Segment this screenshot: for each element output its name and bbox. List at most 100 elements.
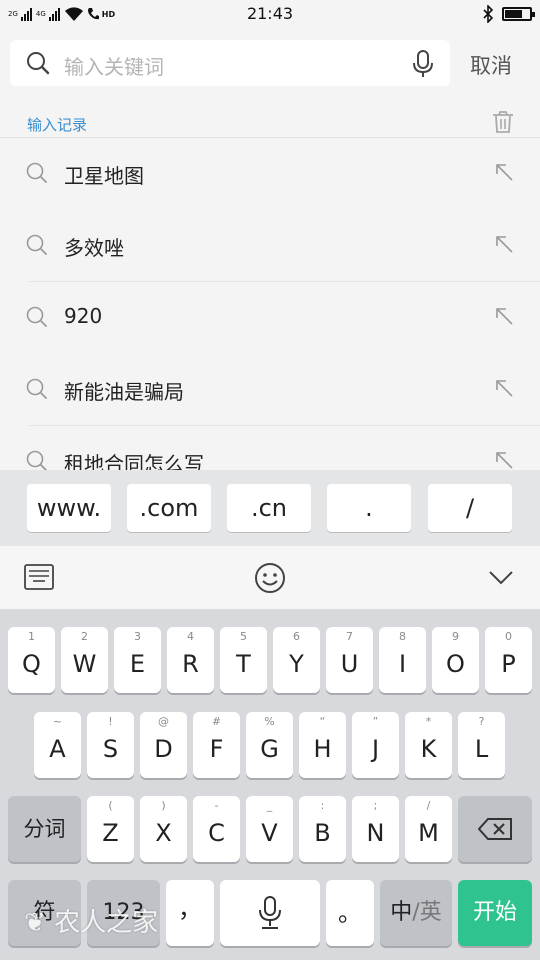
fill-arrow-icon[interactable] xyxy=(494,378,514,398)
key-e[interactable]: 3E xyxy=(114,627,161,693)
key-label: K xyxy=(420,735,437,763)
key-hint: ” xyxy=(372,715,379,728)
bluetooth-icon xyxy=(483,5,494,23)
backspace-key[interactable] xyxy=(458,796,532,862)
segment-key[interactable]: 分词 xyxy=(8,796,81,862)
key-label: X xyxy=(155,819,172,847)
suggestion-www[interactable]: www. xyxy=(27,484,111,532)
key-x[interactable]: ) X xyxy=(140,796,187,862)
key-label: V xyxy=(261,819,278,847)
history-item[interactable]: 920 xyxy=(0,282,540,354)
key-label: 中/英 xyxy=(380,898,452,928)
history-item[interactable]: 卫星地图 xyxy=(0,138,540,210)
suggestion-dot[interactable]: . xyxy=(327,484,411,532)
key-f[interactable]: # F xyxy=(193,712,240,778)
history-item-text: 租地合同怎么写 xyxy=(64,452,204,470)
key-hint: 8 xyxy=(399,630,406,643)
key-hint: 9 xyxy=(452,630,459,643)
trash-icon[interactable] xyxy=(492,110,514,134)
history-item[interactable]: 租地合同怎么写 xyxy=(0,426,540,470)
history-item[interactable]: 新能油是骗局 xyxy=(0,354,540,426)
comma-key[interactable]: ， xyxy=(166,880,214,946)
key-r[interactable]: 4R xyxy=(167,627,214,693)
key-label: O xyxy=(446,650,465,678)
period-key[interactable]: 。 xyxy=(326,880,374,946)
key-d[interactable]: @ D xyxy=(140,712,187,778)
keyboard-icon[interactable] xyxy=(24,564,54,590)
key-w[interactable]: 2W xyxy=(61,627,108,693)
key-hint: % xyxy=(264,715,275,728)
history-title: 输入记录 xyxy=(27,116,88,134)
key-t[interactable]: 5T xyxy=(220,627,267,693)
key-c[interactable]: -C xyxy=(193,796,240,862)
key-k[interactable]: * K xyxy=(405,712,452,778)
key-a[interactable]: ~ A xyxy=(34,712,81,778)
key-label: Z xyxy=(102,819,119,847)
key-hint: : xyxy=(320,799,325,812)
key-hint: 7 xyxy=(346,630,353,643)
search-icon xyxy=(26,378,47,399)
cancel-button[interactable]: 取消 xyxy=(470,50,512,80)
space-voice-key[interactable] xyxy=(220,880,320,946)
emoji-icon[interactable] xyxy=(254,562,286,594)
lang-active-label: 中 xyxy=(390,900,413,925)
key-label: H xyxy=(313,735,332,763)
key-m[interactable]: / M xyxy=(405,796,452,862)
key-label: L xyxy=(474,735,489,763)
key-n[interactable]: ; N xyxy=(352,796,399,862)
search-row: 输入关键词 取消 xyxy=(0,28,540,100)
search-icon xyxy=(26,450,47,470)
history-item[interactable]: 多效唑 xyxy=(0,210,540,282)
battery-level xyxy=(505,10,522,18)
key-label: W xyxy=(72,650,97,678)
status-time: 21:43 xyxy=(246,4,294,23)
enter-start-key[interactable]: 开始 xyxy=(458,880,532,946)
key-z[interactable]: (Z xyxy=(87,796,134,862)
key-label: P xyxy=(501,650,516,678)
key-hint: # xyxy=(211,715,222,728)
key-v[interactable]: _ V xyxy=(246,796,293,862)
microphone-icon xyxy=(259,896,281,929)
fill-arrow-icon[interactable] xyxy=(494,306,514,326)
fill-arrow-icon[interactable] xyxy=(494,450,514,470)
key-i[interactable]: 8I xyxy=(379,627,426,693)
key-y[interactable]: 6Y xyxy=(273,627,320,693)
key-q[interactable]: 1Q xyxy=(8,627,55,693)
chevron-down-icon[interactable] xyxy=(488,570,514,586)
leaf-logo-icon: ❦ xyxy=(24,908,46,938)
key-label: S xyxy=(102,735,119,763)
key-hint: @ xyxy=(158,715,169,728)
watermark-text: 农人之家 xyxy=(54,908,159,938)
key-j[interactable]: ” J xyxy=(352,712,399,778)
key-hint: * xyxy=(425,715,432,728)
search-input[interactable]: 输入关键词 xyxy=(10,40,450,86)
key-g[interactable]: % G xyxy=(246,712,293,778)
key-l[interactable]: ? L xyxy=(458,712,505,778)
key-h[interactable]: “H xyxy=(299,712,346,778)
suggestion-slash[interactable]: / xyxy=(428,484,512,532)
suggestion-com[interactable]: .com xyxy=(127,484,211,532)
history-item-text: 卫星地图 xyxy=(64,164,144,188)
key-o[interactable]: 9O xyxy=(432,627,479,693)
key-hint: ~ xyxy=(52,715,63,728)
language-switch-key[interactable]: 中/英 xyxy=(380,880,452,946)
fill-arrow-icon[interactable] xyxy=(494,162,514,182)
key-hint: ! xyxy=(108,715,113,728)
key-hint: 6 xyxy=(293,630,300,643)
key-hint: ) xyxy=(161,799,166,812)
microphone-icon[interactable] xyxy=(410,50,436,78)
key-hint: 4 xyxy=(187,630,194,643)
key-label: R xyxy=(182,650,199,678)
lang-inactive-label: 英 xyxy=(419,900,442,925)
key-s[interactable]: ! S xyxy=(87,712,134,778)
fill-arrow-icon[interactable] xyxy=(494,234,514,254)
key-label: G xyxy=(260,735,279,763)
input-history: 输入记录 卫星地图 多效唑 920 新能油是骗局 租地合同怎么写 xyxy=(0,100,540,470)
key-u[interactable]: 7U xyxy=(326,627,373,693)
key-label: U xyxy=(340,650,359,678)
key-label: 开始 xyxy=(472,900,517,925)
key-label: N xyxy=(366,819,385,847)
suggestion-cn[interactable]: .cn xyxy=(227,484,311,532)
key-p[interactable]: 0P xyxy=(485,627,532,693)
key-b[interactable]: :B xyxy=(299,796,346,862)
